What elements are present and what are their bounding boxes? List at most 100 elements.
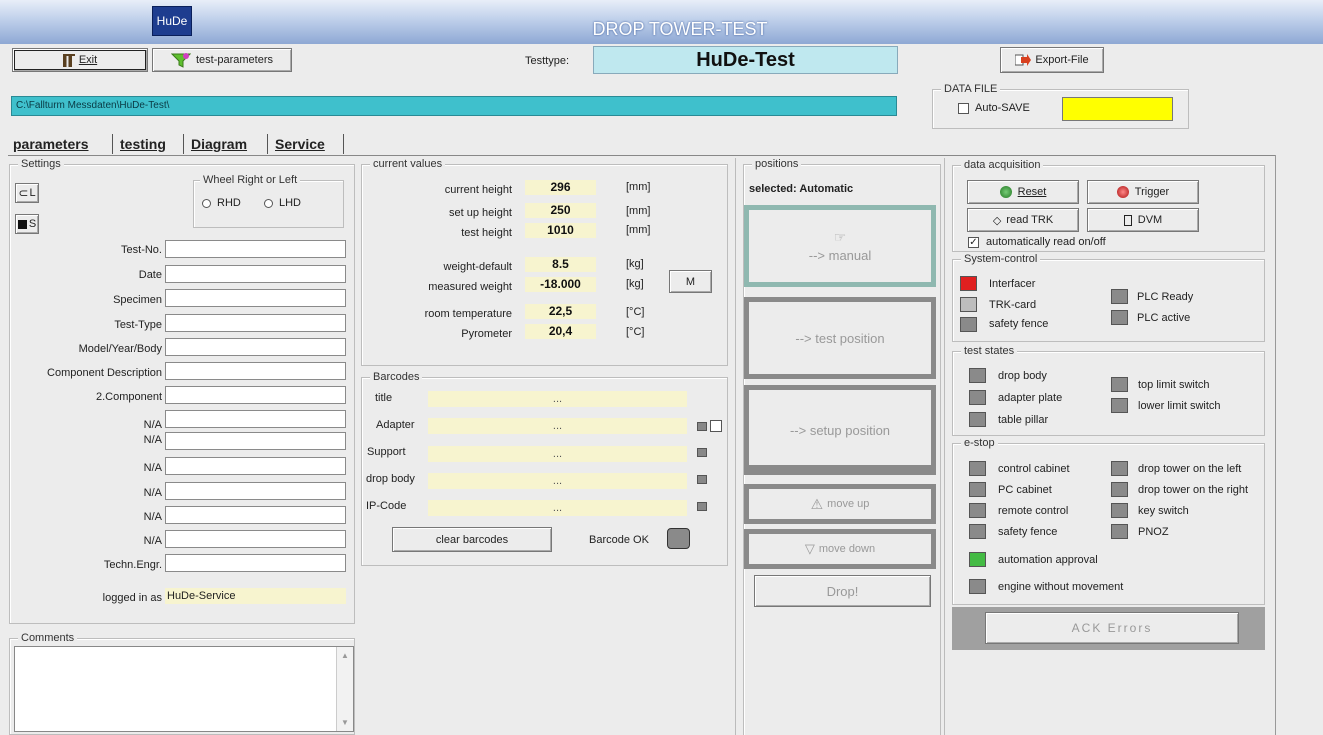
read-trk-button[interactable]: ◇ read TRK <box>967 208 1079 232</box>
save-label: S <box>28 218 37 230</box>
barcodes-legend: Barcodes <box>370 371 423 383</box>
barcode-support-value: ... <box>428 446 687 462</box>
rhd-radio[interactable] <box>202 199 211 208</box>
move-up-icon: ⚠ <box>810 495 824 512</box>
move-down-icon: ▽ <box>804 541 815 556</box>
test-position-button[interactable]: --> test position <box>744 297 936 379</box>
adapter-plate-label: adapter plate <box>998 392 1063 404</box>
set-up-height-label: set up height <box>449 207 512 219</box>
save-button[interactable]: S <box>15 214 39 234</box>
setup-position-button[interactable]: --> setup position <box>744 385 936 475</box>
barcode-label: drop body <box>366 473 415 485</box>
top-limit-switch-indicator <box>1111 377 1128 392</box>
component-description-input[interactable] <box>165 362 346 380</box>
app-title: DROP TOWER-TEST <box>592 19 768 39</box>
component-2-input[interactable] <box>165 386 346 404</box>
auto-read-checkbox[interactable]: ✓ <box>968 237 979 248</box>
tab-service[interactable]: Service <box>275 136 325 152</box>
logged-in-label: logged in as <box>102 592 162 604</box>
drop-body-indicator <box>697 475 707 484</box>
system-safety-fence-label: safety fence <box>989 318 1049 330</box>
export-file-button[interactable]: Export-File <box>1000 47 1104 73</box>
testtype-value: HuDe-Test <box>593 46 898 74</box>
auto-save-checkbox[interactable] <box>958 103 969 114</box>
na-input-2[interactable] <box>165 432 346 450</box>
manual-button[interactable]: ☞ --> manual <box>744 205 936 287</box>
adapter-indicator <box>697 422 707 431</box>
reset-label: Reset <box>1017 186 1047 198</box>
dvm-label: DVM <box>1137 214 1163 226</box>
auto-read-label: automatically read on/off <box>986 236 1106 248</box>
field-label: Component Description <box>47 367 162 379</box>
engine-without-movement-label: engine without movement <box>998 581 1124 593</box>
pc-cabinet-indicator <box>969 482 986 497</box>
field-label: Model/Year/Body <box>78 343 162 355</box>
export-label: Export-File <box>1035 54 1089 66</box>
unit-label: [kg] <box>626 258 644 270</box>
field-label: N/A <box>143 511 162 523</box>
comments-textarea[interactable] <box>14 646 354 732</box>
lower-limit-switch-indicator <box>1111 398 1128 413</box>
test-no-input[interactable] <box>165 240 346 258</box>
field-label: Test-No. <box>121 244 162 256</box>
ip-code-indicator <box>697 502 707 511</box>
estop-safety-fence-label: safety fence <box>998 526 1058 538</box>
app-logo: HuDe <box>152 6 192 36</box>
reset-button[interactable]: Reset <box>967 180 1079 204</box>
field-label: N/A <box>143 487 162 499</box>
table-pillar-label: table pillar <box>998 414 1049 426</box>
measured-weight-label: measured weight <box>428 281 512 293</box>
interfacer-label: Interfacer <box>989 278 1036 290</box>
tab-parameters[interactable]: parameters <box>13 136 89 152</box>
plc-ready-indicator <box>1111 289 1128 304</box>
drop-tower-right-label: drop tower on the right <box>1138 484 1249 496</box>
move-down-button[interactable]: ▽ move down <box>744 529 936 569</box>
field-label: N/A <box>143 462 162 474</box>
test-position-label: --> test position <box>795 330 885 346</box>
exit-label: Exit <box>78 54 98 66</box>
tab-separator <box>267 134 268 154</box>
dvm-button[interactable]: DVM <box>1087 208 1199 232</box>
table-pillar-indicator <box>969 412 986 427</box>
data-path-field[interactable]: C:\Fallturm Messdaten\HuDe-Test\ <box>11 96 897 116</box>
remote-control-indicator <box>969 503 986 518</box>
barcode-drop-body-value: ... <box>428 473 687 489</box>
tab-separator <box>343 134 344 154</box>
techn-engr-input[interactable] <box>165 554 346 572</box>
move-up-button[interactable]: ⚠ move up <box>744 484 936 524</box>
ack-errors-button[interactable]: ACK Errors <box>985 612 1239 644</box>
tab-underline <box>8 155 1276 156</box>
test-parameters-button[interactable]: test-parameters <box>152 48 292 72</box>
date-input[interactable] <box>165 265 346 283</box>
na-input-5[interactable] <box>165 506 346 524</box>
read-trk-label: read TRK <box>1006 214 1054 226</box>
interfacer-indicator <box>960 276 977 291</box>
tab-diagram[interactable]: Diagram <box>191 136 247 152</box>
model-year-body-input[interactable] <box>165 338 346 356</box>
tab-separator <box>112 134 113 154</box>
adapter-checkbox[interactable] <box>710 420 722 432</box>
export-icon <box>1015 54 1032 66</box>
na-input-3[interactable] <box>165 457 346 475</box>
na-input-1[interactable] <box>165 410 346 428</box>
na-input-4[interactable] <box>165 482 346 500</box>
trigger-label: Trigger <box>1134 186 1170 198</box>
unit-label: [mm] <box>626 224 651 236</box>
tab-testing[interactable]: testing <box>120 136 166 152</box>
drop-tower-left-label: drop tower on the left <box>1138 463 1242 475</box>
estop-safety-fence-indicator <box>969 524 986 539</box>
clear-barcodes-button[interactable]: clear barcodes <box>392 527 552 552</box>
na-input-6[interactable] <box>165 530 346 548</box>
lhd-radio[interactable] <box>264 199 273 208</box>
measure-weight-button[interactable]: M <box>669 270 712 293</box>
wheel-legend: Wheel Right or Left <box>200 174 301 186</box>
test-type-input[interactable] <box>165 314 346 332</box>
comments-scrollbar[interactable]: ▲ ▼ <box>336 647 353 731</box>
load-button[interactable]: ⊂ L <box>15 183 39 203</box>
unit-label: [°C] <box>626 306 645 318</box>
drop-button[interactable]: Drop! <box>754 575 931 607</box>
trigger-button[interactable]: Trigger <box>1087 180 1199 204</box>
right-divider <box>1275 155 1276 735</box>
exit-button[interactable]: Exit <box>12 48 148 72</box>
specimen-input[interactable] <box>165 289 346 307</box>
